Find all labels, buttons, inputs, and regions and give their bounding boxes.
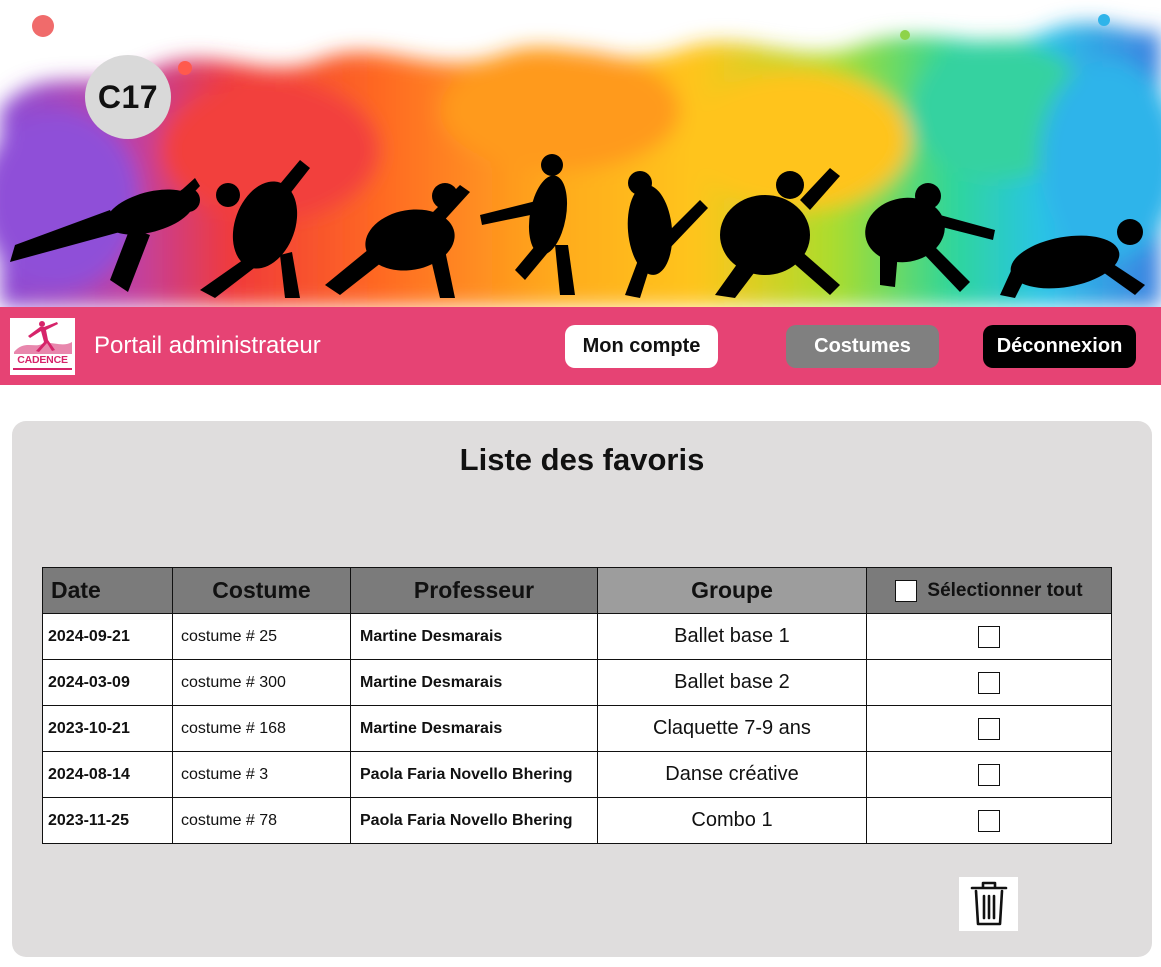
column-header-date: Date [42,567,173,614]
select-all-checkbox[interactable] [895,579,918,602]
cell-date: 2023-11-25 [42,797,173,844]
table-row: 2023-11-25 costume # 78 Paola Faria Nove… [42,797,1112,844]
page-title: Liste des favoris [459,442,705,477]
cell-date: 2024-09-21 [42,613,173,660]
table-row: 2023-10-21 costume # 168 Martine Desmara… [42,705,1112,752]
logout-button[interactable]: Déconnexion [983,325,1136,368]
cell-teacher: Paola Faria Novello Bhering [350,797,598,844]
dancer-logo-icon [14,321,72,354]
cell-date: 2024-03-09 [42,659,173,706]
cell-group: Combo 1 [597,797,867,844]
hero-banner: C17 [0,0,1161,307]
favorites-table: Date Costume Professeur Groupe Sélection… [42,567,1112,844]
row-checkbox[interactable] [978,625,1000,648]
cell-costume: costume # 300 [172,659,351,706]
row-checkbox[interactable] [978,671,1000,694]
portal-title: Portail administrateur [94,332,321,359]
logo-text: CADENCE [17,354,68,366]
paint-splash-dancers-image [0,0,1161,307]
my-account-button[interactable]: Mon compte [565,325,718,368]
user-badge: C17 [85,55,171,139]
cell-costume: costume # 168 [172,705,351,752]
favorites-panel: Liste des favoris Date Costume Professeu… [12,421,1152,957]
column-header-select: Sélectionner tout [866,567,1112,614]
cell-costume: costume # 78 [172,797,351,844]
cadence-logo: CADENCE [10,318,75,375]
cell-select [866,751,1112,798]
row-checkbox[interactable] [978,809,1000,832]
delete-button[interactable] [959,877,1018,931]
nav-bar: CADENCE Portail administrateur Mon compt… [0,307,1161,385]
cell-group: Ballet base 1 [597,613,867,660]
select-all-label: Sélectionner tout [927,579,1083,601]
cell-teacher: Martine Desmarais [350,613,598,660]
cell-select [866,797,1112,844]
cell-costume: costume # 3 [172,751,351,798]
cell-select [866,659,1112,706]
cell-date: 2024-08-14 [42,751,173,798]
cell-select [866,613,1112,660]
table-row: 2024-03-09 costume # 300 Martine Desmara… [42,659,1112,706]
table-row: 2024-08-14 costume # 3 Paola Faria Novel… [42,751,1112,798]
cell-costume: costume # 25 [172,613,351,660]
column-header-costume: Costume [172,567,351,614]
cell-group: Claquette 7-9 ans [597,705,867,752]
cell-date: 2023-10-21 [42,705,173,752]
logo-underline [13,368,72,370]
cell-select [866,705,1112,752]
cell-group: Ballet base 2 [597,659,867,706]
cell-teacher: Martine Desmarais [350,659,598,706]
table-header-row: Date Costume Professeur Groupe Sélection… [42,567,1112,614]
costumes-button[interactable]: Costumes [786,325,939,368]
column-header-group: Groupe [597,567,867,614]
cell-group: Danse créative [597,751,867,798]
column-header-teacher: Professeur [350,567,598,614]
row-checkbox[interactable] [978,763,1000,786]
table-row: 2024-09-21 costume # 25 Martine Desmarai… [42,613,1112,660]
cell-teacher: Paola Faria Novello Bhering [350,751,598,798]
cell-teacher: Martine Desmarais [350,705,598,752]
row-checkbox[interactable] [978,717,1000,740]
trash-icon [970,881,1007,926]
